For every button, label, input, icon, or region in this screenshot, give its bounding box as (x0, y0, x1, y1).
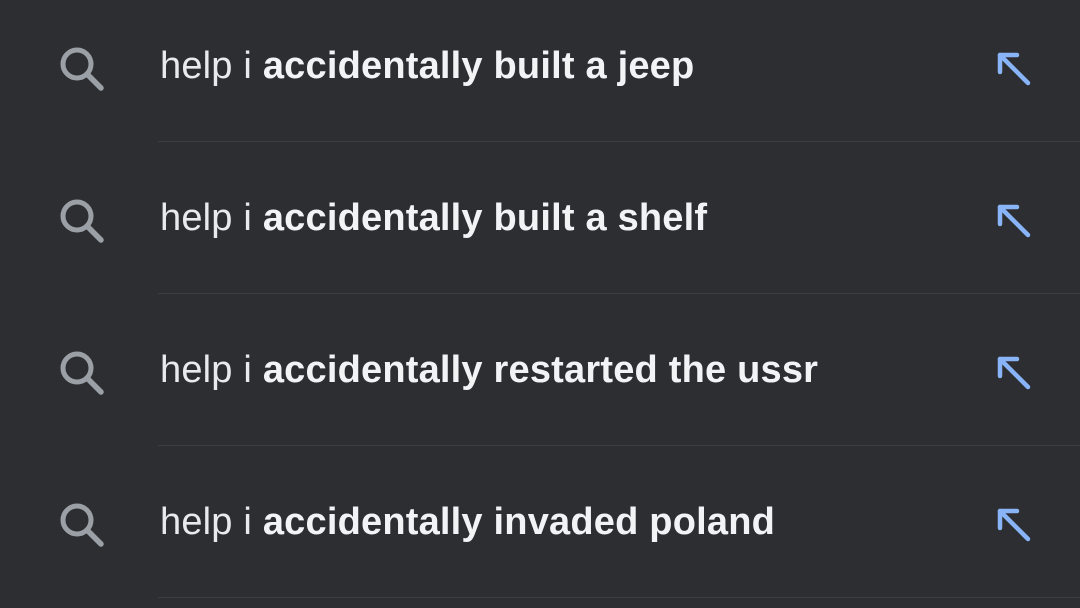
search-suggestion-list: help i accidentally built a jeep help i … (0, 0, 1080, 608)
suggestion-completion: accidentally restarted the ussr (262, 349, 819, 391)
search-icon (60, 199, 104, 243)
fill-query-arrow-icon[interactable] (992, 199, 1034, 241)
suggestion-completion: accidentally built a shelf (262, 197, 708, 239)
suggestion-completion: accidentally invaded poland (262, 501, 776, 543)
search-icon (60, 503, 104, 547)
suggestion-text: help i accidentally invaded poland (160, 496, 775, 548)
suggestion-row[interactable]: help i accidentally invaded poland (0, 446, 1080, 598)
search-icon (60, 47, 104, 91)
suggestion-prefix: help i (160, 501, 263, 543)
suggestion-text: help i accidentally restarted the ussr (160, 344, 818, 396)
divider (158, 597, 1080, 598)
suggestion-completion: accidentally built a jeep (262, 45, 695, 87)
suggestion-text: help i accidentally built a shelf (160, 192, 707, 244)
suggestion-prefix: help i (160, 45, 263, 87)
fill-query-arrow-icon[interactable] (992, 503, 1034, 545)
suggestion-prefix: help i (160, 349, 263, 391)
suggestion-row[interactable]: help i accidentally built a jeep (0, 0, 1080, 142)
search-icon (60, 351, 104, 395)
suggestion-row[interactable]: help i accidentally restarted the ussr (0, 294, 1080, 446)
fill-query-arrow-icon[interactable] (992, 351, 1034, 393)
suggestion-prefix: help i (160, 197, 263, 239)
suggestion-text: help i accidentally built a jeep (160, 40, 694, 92)
suggestion-row[interactable]: help i accidentally built a shelf (0, 142, 1080, 294)
fill-query-arrow-icon[interactable] (992, 47, 1034, 89)
